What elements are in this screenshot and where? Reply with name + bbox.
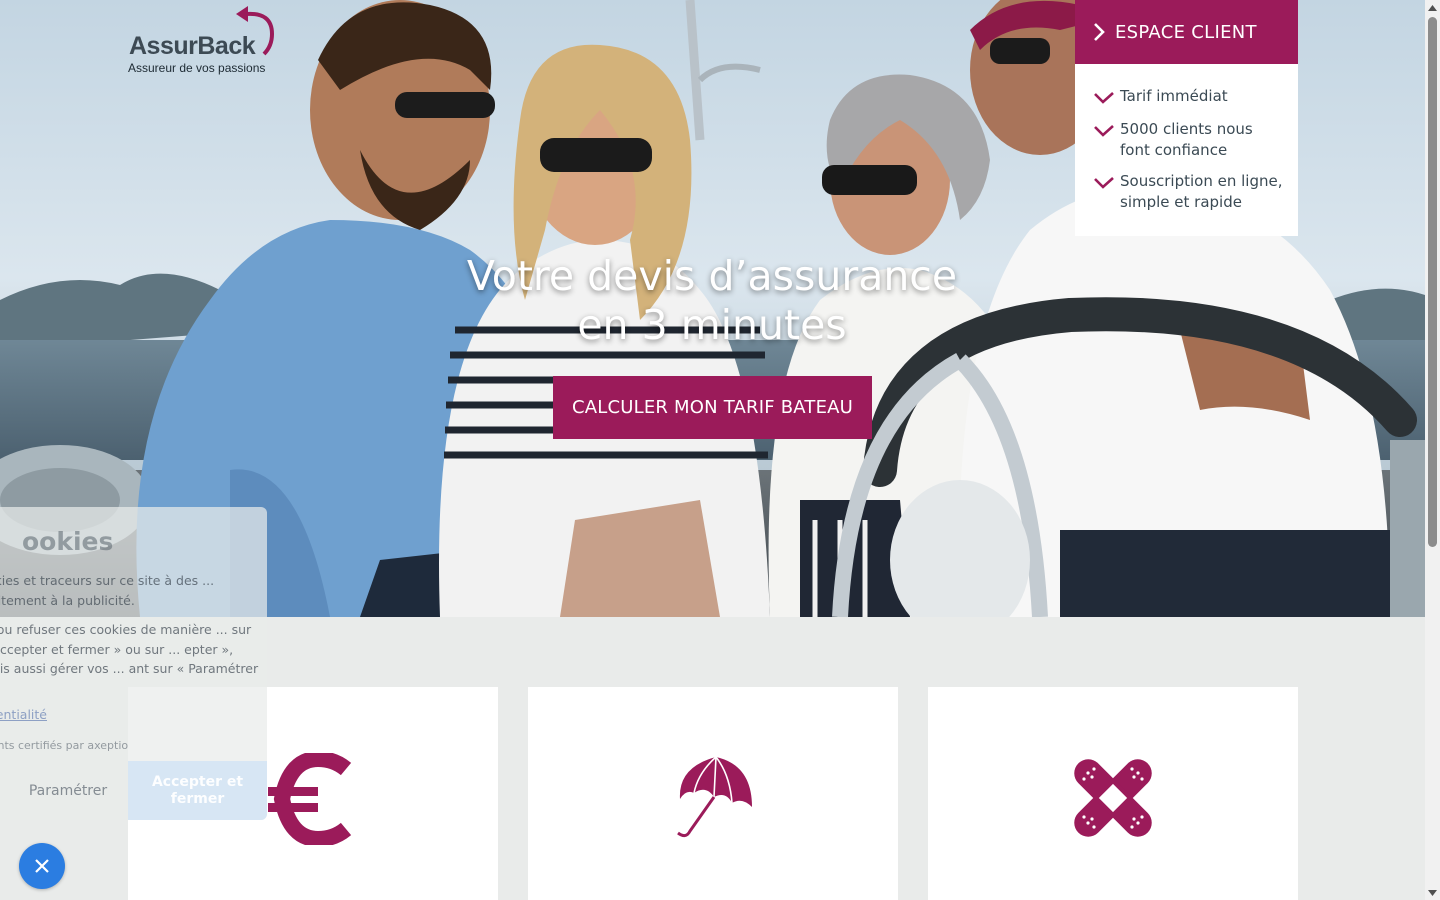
scroll-down-arrow-icon[interactable] — [1425, 885, 1440, 900]
bandage-icon — [1074, 759, 1152, 837]
benefit-item: Tarif immédiat — [1093, 86, 1286, 109]
cookie-certified-text: ments certifiés par axeptio — [0, 739, 128, 752]
feature-card-protection — [528, 687, 898, 900]
cookie-consent-panel: ookies ockies et traceurs sur ce site à … — [0, 507, 267, 820]
check-icon — [1093, 123, 1115, 142]
espace-client-label: ESPACE CLIENT — [1115, 21, 1257, 43]
certified-label: ments certifiés par — [0, 739, 84, 752]
feature-card-care — [928, 687, 1298, 900]
assurback-logo[interactable]: AssurBack Assureur de vos passions — [126, 6, 286, 78]
cookie-settings-button[interactable]: Paramétrer — [8, 761, 128, 820]
page: Votre devis d’assurance en 3 minutes CAL… — [0, 0, 1425, 900]
axeptio-logo: axeptio — [87, 739, 129, 752]
check-icon — [1093, 90, 1115, 109]
logo-tagline: Assureur de vos passions — [128, 61, 266, 75]
hero-title-line2: en 3 minutes — [577, 301, 847, 349]
logo-arrow-icon — [236, 6, 275, 56]
benefits-box: Tarif immédiat 5000 clients nous font co… — [1075, 64, 1298, 236]
cookie-title: ookies — [22, 527, 114, 556]
benefit-text: Souscription en ligne, simple et rapide — [1120, 172, 1283, 211]
cookie-widget-close-button[interactable] — [19, 843, 65, 889]
privacy-policy-link[interactable]: fidentialité — [0, 707, 47, 722]
benefit-text: Tarif immédiat — [1120, 87, 1228, 105]
cookie-text-1: ockies et traceurs sur ce site à des ...… — [0, 573, 215, 608]
umbrella-icon — [677, 756, 752, 838]
cookie-accept-button[interactable]: Accepter et fermer — [128, 761, 267, 820]
cookie-text-2: er ou refuser ces cookies de manière ...… — [0, 622, 259, 676]
calculate-boat-rate-button[interactable]: CALCULER MON TARIF BATEAU — [553, 376, 872, 439]
scrollbar-thumb[interactable] — [1428, 17, 1437, 547]
benefit-item: Souscription en ligne, simple et rapide — [1093, 171, 1286, 213]
espace-client-button[interactable]: ESPACE CLIENT — [1075, 0, 1298, 64]
hero-title: Votre devis d’assurance en 3 minutes — [412, 252, 1012, 350]
chevron-right-icon — [1093, 22, 1105, 42]
hero-title-line1: Votre devis d’assurance — [466, 252, 958, 300]
close-icon — [35, 859, 49, 873]
euro-icon — [268, 753, 352, 845]
scroll-up-arrow-icon[interactable] — [1425, 0, 1440, 15]
benefit-item: 5000 clients nous font confiance — [1093, 119, 1286, 161]
check-icon — [1093, 175, 1115, 194]
vertical-scrollbar[interactable] — [1425, 0, 1440, 900]
benefit-text: 5000 clients nous font confiance — [1120, 120, 1253, 159]
